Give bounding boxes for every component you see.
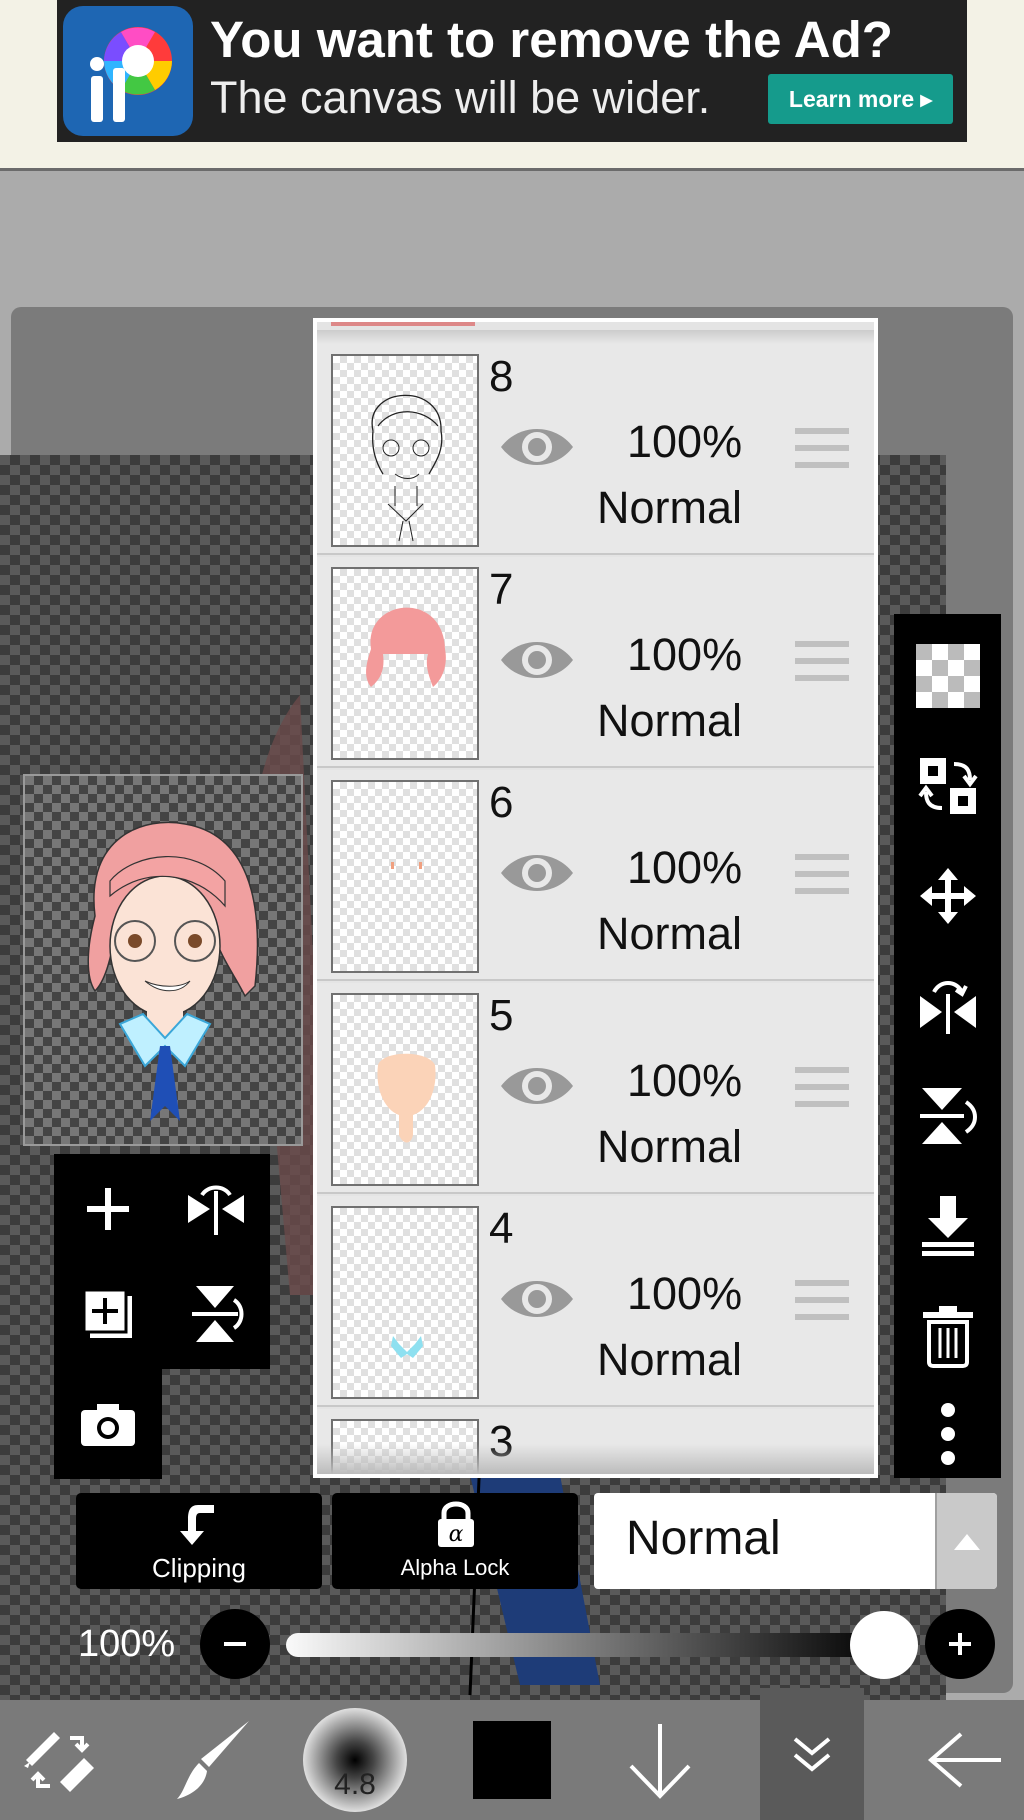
dropdown-arrow-icon[interactable]: [935, 1493, 997, 1589]
layer-opacity: 100%: [627, 629, 743, 680]
brush-icon[interactable]: [150, 1700, 270, 1820]
alpha-lock-button[interactable]: α Alpha Lock: [332, 1493, 578, 1589]
layers-list[interactable]: 8 100% Normal 7 100% Normal 6 100% Norma…: [317, 322, 874, 1474]
merge-down-icon[interactable]: [894, 1176, 1001, 1276]
layer-row[interactable]: 7 100% Normal: [317, 557, 874, 768]
layer-number: 5: [489, 991, 514, 1040]
layer-opacity: 100%: [627, 842, 743, 893]
layer-blend-mode: Normal: [597, 695, 743, 746]
drag-handle-icon[interactable]: [795, 1063, 849, 1111]
layer-row[interactable]: 5 100% Normal: [317, 983, 874, 1194]
opacity-value: 100%: [78, 1623, 176, 1665]
layer-number: 7: [489, 565, 514, 614]
ad-title: You want to remove the Ad?: [210, 11, 893, 68]
layer-row[interactable]: 8 100% Normal: [317, 344, 874, 555]
flip-vertical-icon[interactable]: [894, 1066, 1001, 1166]
add-layer-button[interactable]: [58, 1159, 158, 1259]
lock-icon: α: [438, 1501, 474, 1547]
ibispaint-logo: [63, 6, 193, 136]
drag-handle-icon[interactable]: [795, 637, 849, 685]
brush-size-button[interactable]: 4.8: [300, 1700, 410, 1820]
blend-mode-value: Normal: [626, 1512, 781, 1565]
layer-thumbnail: [331, 1206, 479, 1399]
layer-row[interactable]: 6 100% Normal: [317, 770, 874, 981]
opacity-row: 100%: [0, 1603, 1024, 1683]
visibility-eye-icon[interactable]: [499, 845, 575, 901]
color-button[interactable]: [452, 1700, 572, 1820]
layer-blend-mode: Normal: [597, 1121, 743, 1172]
blend-mode-select[interactable]: Normal: [594, 1493, 997, 1589]
canvas-preview[interactable]: [23, 774, 303, 1146]
flip-vertical-icon[interactable]: [166, 1264, 266, 1364]
move-icon[interactable]: [894, 846, 1001, 946]
layer-blend-mode: Normal: [597, 908, 743, 959]
duplicate-layer-icon[interactable]: [58, 1264, 158, 1364]
transparent-layer-icon[interactable]: [894, 626, 1001, 726]
clipping-label: Clipping: [152, 1553, 246, 1583]
clipping-button[interactable]: Clipping: [76, 1493, 322, 1589]
brush-size-icon: 4.8: [303, 1708, 407, 1812]
flip-horizontal-icon[interactable]: [894, 956, 1001, 1056]
clipping-arrow-icon: [180, 1505, 214, 1545]
layer-row[interactable]: 4 100% Normal: [317, 1196, 874, 1407]
layer-thumbnail: [331, 780, 479, 973]
camera-icon[interactable]: [58, 1374, 158, 1474]
layers-panel-toggle[interactable]: [760, 1688, 864, 1820]
visibility-eye-icon[interactable]: [499, 632, 575, 688]
ad-subtitle: The canvas will be wider.: [210, 72, 711, 123]
current-color-swatch: [473, 1721, 551, 1799]
layer-thumbnail: [331, 354, 479, 547]
layer-opacity: 100%: [627, 416, 743, 467]
more-options-icon[interactable]: [894, 1384, 1001, 1484]
layers-panel: 8 100% Normal 7 100% Normal 6 100% Norma…: [313, 318, 878, 1478]
ad-bar: You want to remove the Ad? The canvas wi…: [0, 0, 1024, 171]
opacity-increase-button[interactable]: [925, 1609, 995, 1679]
drag-handle-icon[interactable]: [795, 850, 849, 898]
layer-tools-extra: [54, 1369, 162, 1479]
learn-more-button[interactable]: Learn more ▸: [768, 74, 953, 124]
layer-number: 8: [489, 352, 514, 401]
layer-opacity: 100%: [627, 1268, 743, 1319]
ad-banner[interactable]: You want to remove the Ad? The canvas wi…: [57, 0, 967, 142]
layer-opacity: 100%: [627, 1055, 743, 1106]
drag-handle-icon[interactable]: [795, 424, 849, 472]
opacity-slider-thumb[interactable]: [850, 1611, 918, 1679]
trash-icon[interactable]: [894, 1286, 1001, 1386]
layer-blend-mode: Normal: [597, 482, 743, 533]
bottom-toolbar: 4.8: [0, 1688, 1024, 1820]
alpha-lock-label: Alpha Lock: [400, 1555, 510, 1580]
visibility-eye-icon[interactable]: [499, 1271, 575, 1327]
flip-horizontal-icon[interactable]: [166, 1159, 266, 1259]
opacity-slider[interactable]: [286, 1633, 886, 1657]
layer-blend-mode: Normal: [597, 1334, 743, 1385]
svg-text:α: α: [449, 1522, 464, 1547]
layer-number: 6: [489, 778, 514, 827]
brush-eraser-swap-icon[interactable]: [0, 1700, 120, 1820]
layer-thumbnail: [331, 567, 479, 760]
layer-number: 4: [489, 1204, 514, 1253]
back-arrow-icon[interactable]: [905, 1700, 1024, 1820]
drag-handle-icon[interactable]: [795, 1276, 849, 1324]
visibility-eye-icon[interactable]: [499, 1058, 575, 1114]
visibility-eye-icon[interactable]: [499, 419, 575, 475]
brush-size-value: 4.8: [334, 1768, 376, 1801]
double-chevron-down-icon: [793, 1737, 831, 1772]
arrow-down-icon[interactable]: [600, 1700, 720, 1820]
side-toolbar: [894, 614, 1001, 1478]
opacity-decrease-button[interactable]: [200, 1609, 270, 1679]
layer-thumbnail: [331, 993, 479, 1186]
layer-tools: [54, 1154, 270, 1369]
swap-layer-icon[interactable]: [894, 736, 1001, 836]
